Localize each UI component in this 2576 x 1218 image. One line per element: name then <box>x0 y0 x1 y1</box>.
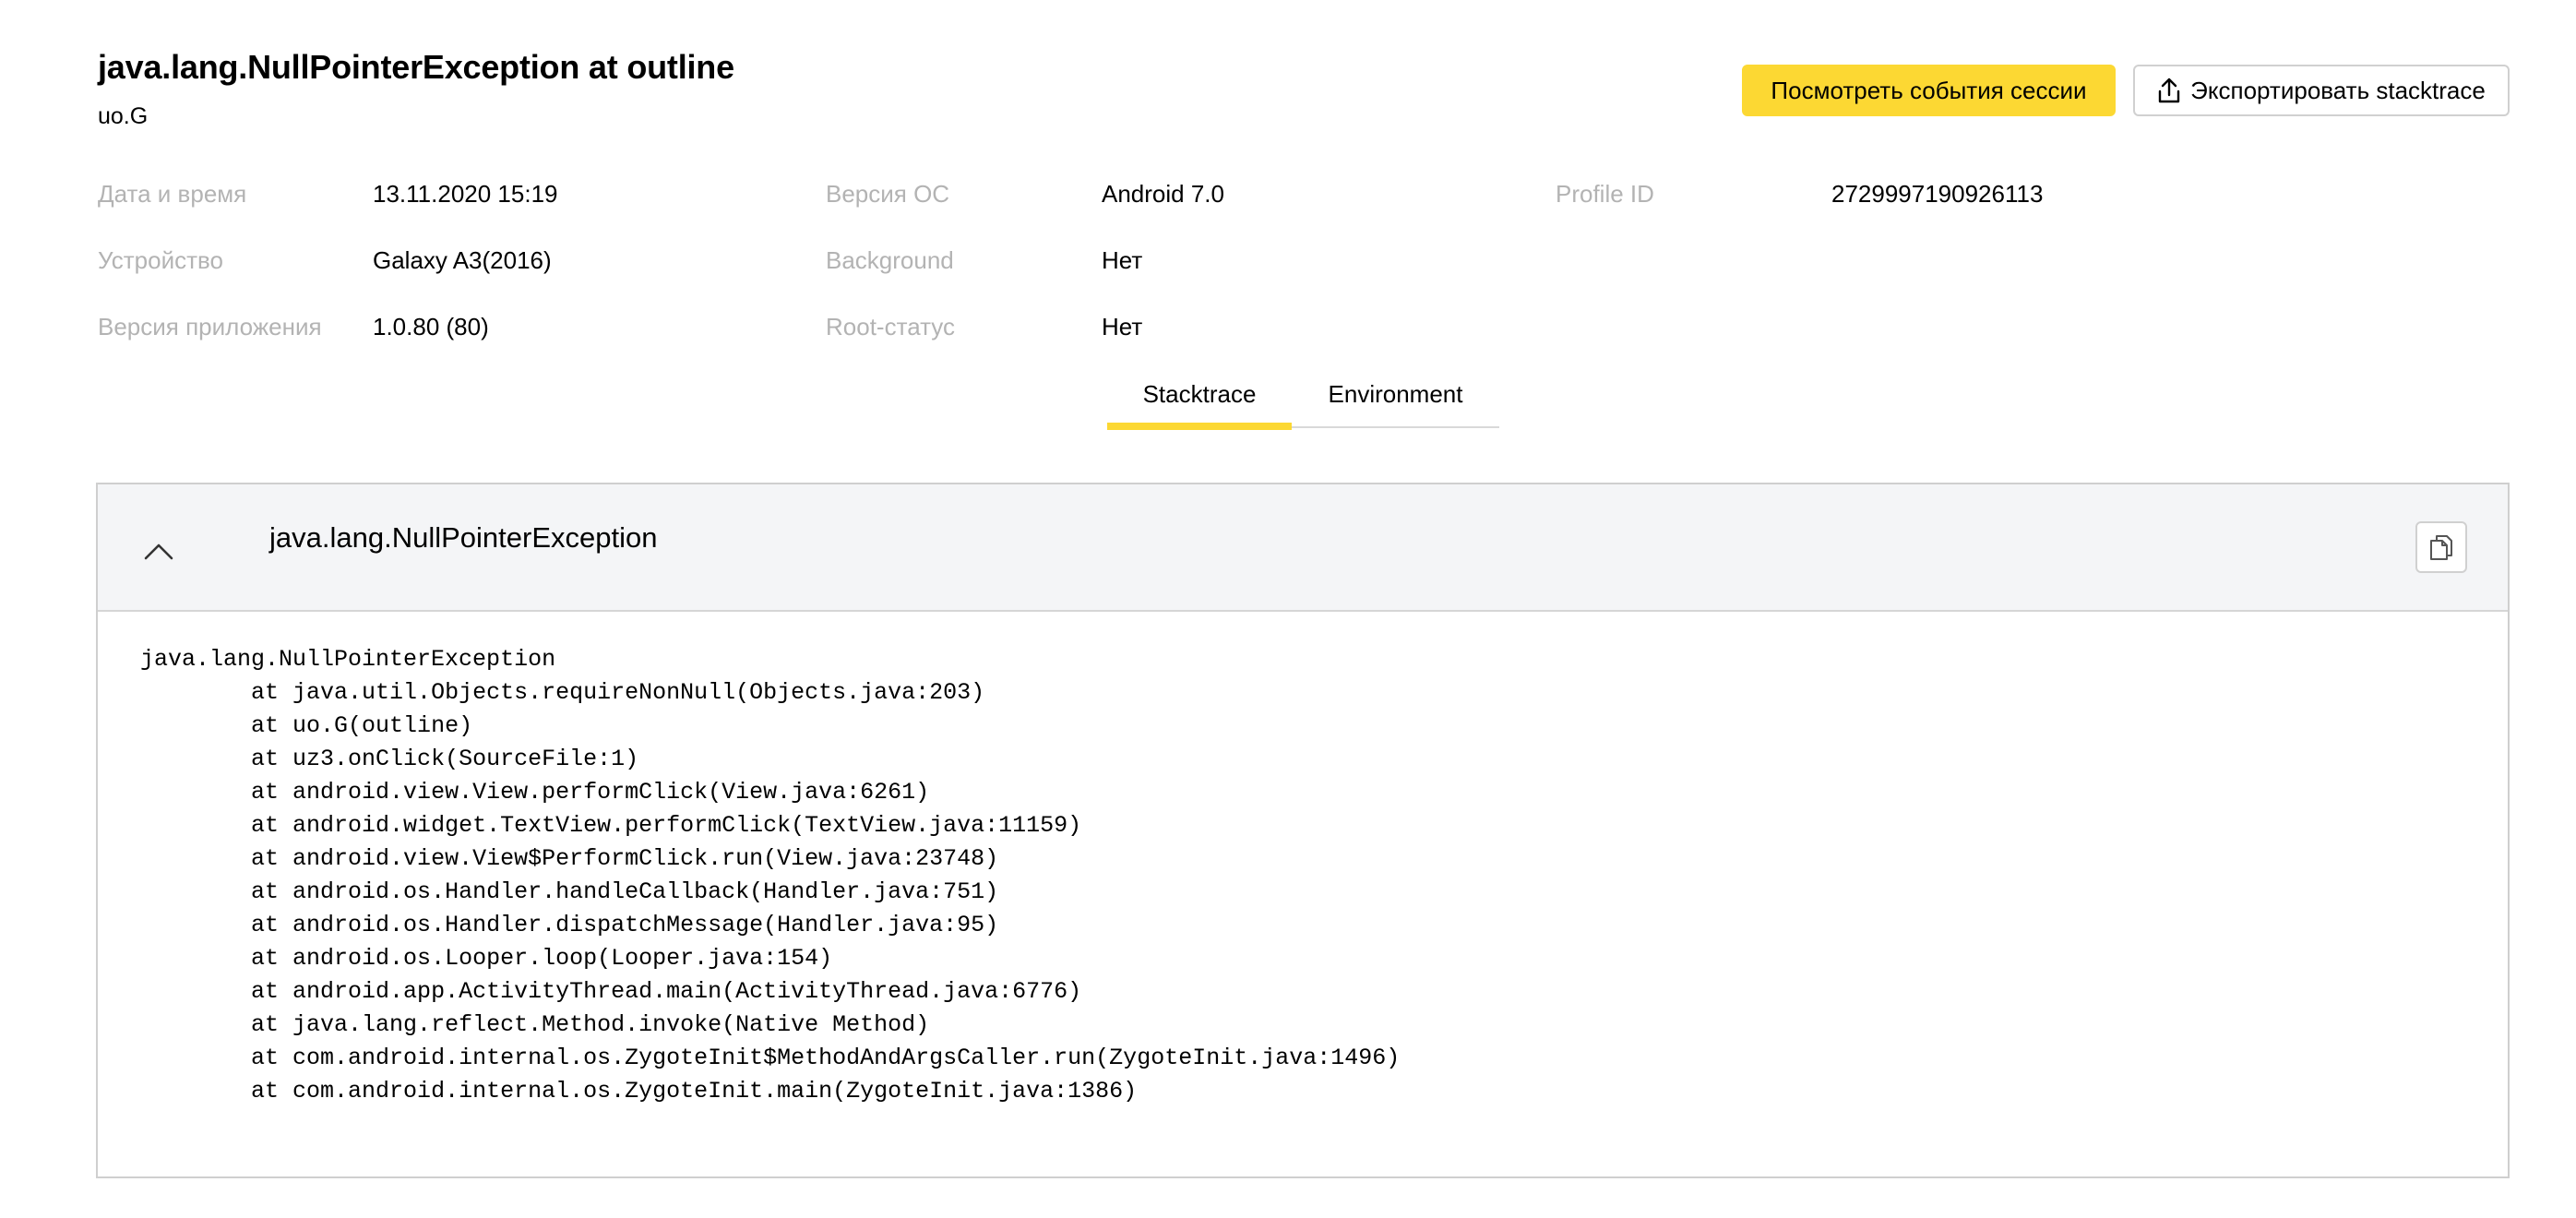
profile-id-value: 2729997190926113 <box>1831 180 2044 208</box>
export-stacktrace-label: Экспортировать stacktrace <box>2190 76 2486 104</box>
os-version-label: Версия ОС <box>826 180 950 208</box>
copy-stacktrace-button[interactable] <box>2415 521 2467 573</box>
page-title: java.lang.NullPointerException at outlin… <box>98 48 734 86</box>
background-label: Background <box>826 246 954 274</box>
crash-details-page: java.lang.NullPointerException at outlin… <box>0 0 2576 1218</box>
export-stacktrace-button[interactable]: Экспортировать stacktrace <box>2133 65 2510 116</box>
page-subtitle: uo.G <box>98 103 149 129</box>
view-session-events-label: Посмотреть события сессии <box>1771 76 2087 104</box>
chevron-up-icon[interactable] <box>140 532 177 569</box>
datetime-label: Дата и время <box>98 180 247 208</box>
device-label: Устройство <box>98 246 224 274</box>
tab-stacktrace[interactable]: Stacktrace <box>1107 369 1292 430</box>
background-value: Нет <box>1102 246 1143 274</box>
app-version-value: 1.0.80 (80) <box>373 313 489 340</box>
root-status-label: Root-статус <box>826 313 955 340</box>
device-value: Galaxy A3(2016) <box>373 246 552 274</box>
tab-stacktrace-label: Stacktrace <box>1142 380 1257 408</box>
tab-environment-label: Environment <box>1328 380 1463 408</box>
stacktrace-panel: java.lang.NullPointerException java.lang… <box>96 483 2510 1178</box>
os-version-value: Android 7.0 <box>1102 180 1224 208</box>
stacktrace-text: java.lang.NullPointerException at java.u… <box>140 646 1401 1105</box>
root-status-value: Нет <box>1102 313 1143 340</box>
profile-id-label: Profile ID <box>1556 180 1654 208</box>
datetime-value: 13.11.2020 15:19 <box>373 180 558 208</box>
app-version-label: Версия приложения <box>98 313 322 340</box>
stacktrace-panel-header[interactable]: java.lang.NullPointerException <box>98 484 2508 612</box>
upload-icon <box>2158 78 2180 103</box>
stacktrace-panel-title: java.lang.NullPointerException <box>269 521 658 554</box>
copy-icon <box>2430 535 2452 560</box>
view-session-events-button[interactable]: Посмотреть события сессии <box>1742 65 2116 116</box>
tab-bar: Stacktrace Environment <box>1107 369 1499 430</box>
tab-environment[interactable]: Environment <box>1292 369 1499 428</box>
